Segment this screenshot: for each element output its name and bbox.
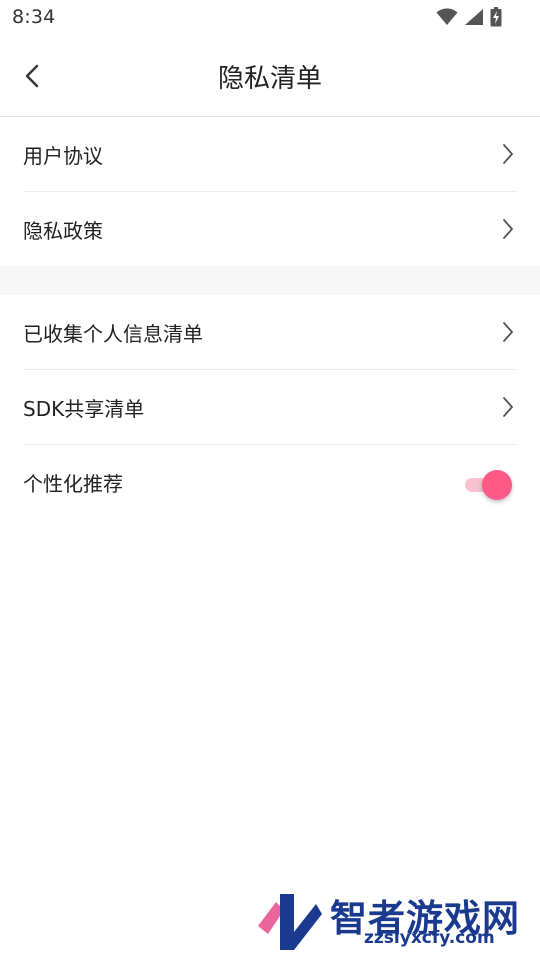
chevron-right-icon xyxy=(503,322,513,342)
watermark: 智者游戏网 zzslyxcfy.com xyxy=(254,888,536,958)
list-item-privacy-policy[interactable]: 隐私政策 xyxy=(23,192,517,266)
chevron-right-icon xyxy=(503,144,513,164)
watermark-logo-icon xyxy=(258,894,322,950)
page-title: 隐私清单 xyxy=(217,64,322,94)
status-time: 8:34 xyxy=(12,6,56,28)
chevron-right-icon xyxy=(503,397,513,417)
personalized-recommendation-toggle[interactable] xyxy=(465,469,513,500)
list-item-label: 个性化推荐 xyxy=(23,472,123,496)
list-item-label: 用户协议 xyxy=(23,144,103,168)
agreement-list: 用户协议 隐私政策 xyxy=(0,117,540,266)
list-item-label: 已收集个人信息清单 xyxy=(23,322,203,346)
section-separator xyxy=(0,266,540,295)
cellular-signal-icon xyxy=(465,9,483,25)
list-item-label: 隐私政策 xyxy=(23,219,103,243)
app-header: 隐私清单 xyxy=(0,36,540,117)
list-item-personalized-recommendation: 个性化推荐 xyxy=(23,445,517,519)
list-item-sdk-sharing[interactable]: SDK共享清单 xyxy=(23,370,517,445)
privacy-list-screen: 8:34 隐私清单 用户协议 隐私政策 已收集个人信息清单 SDK共享清单 个性… xyxy=(0,0,540,960)
wifi-icon xyxy=(436,8,458,25)
watermark-url: zzslyxcfy.com xyxy=(364,928,495,948)
status-bar: 8:34 xyxy=(0,0,540,36)
list-item-collected-info[interactable]: 已收集个人信息清单 xyxy=(23,295,517,370)
list-item-user-agreement[interactable]: 用户协议 xyxy=(23,117,517,192)
chevron-right-icon xyxy=(503,219,513,239)
status-icons xyxy=(436,6,502,28)
battery-charging-icon xyxy=(490,7,502,27)
toggle-knob xyxy=(482,470,512,500)
list-item-label: SDK共享清单 xyxy=(23,397,145,421)
data-list: 已收集个人信息清单 SDK共享清单 个性化推荐 xyxy=(0,295,540,519)
